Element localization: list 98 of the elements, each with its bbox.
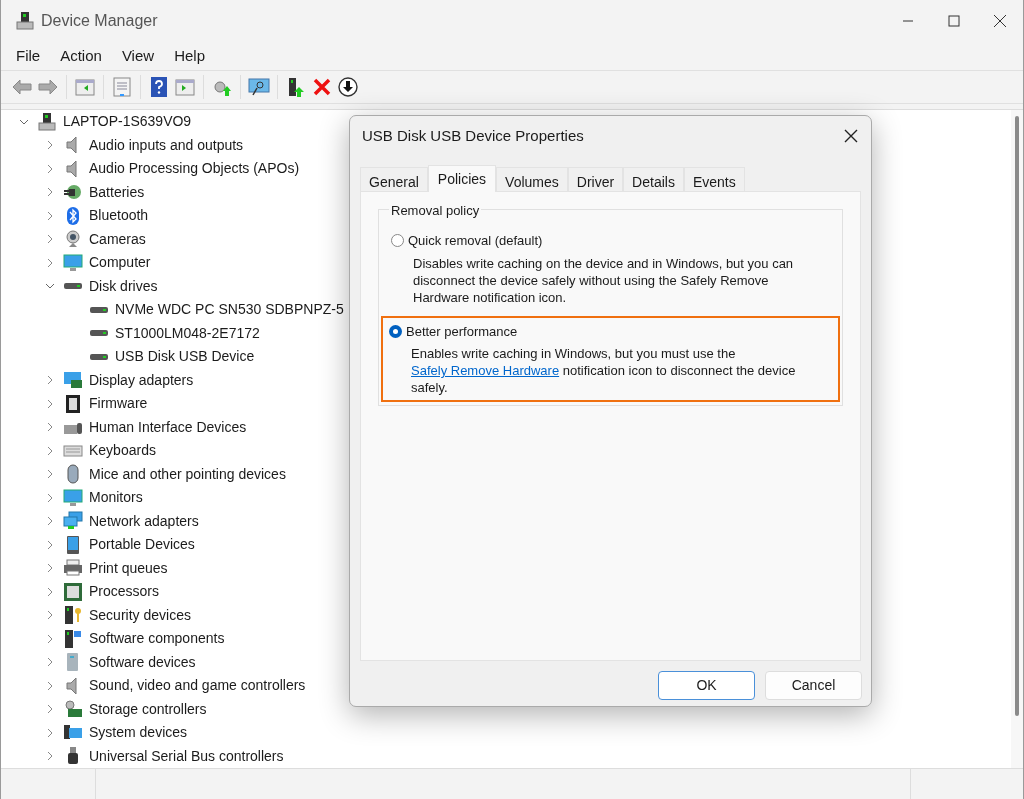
disk-drive-icon (89, 329, 109, 338)
chevron-right-icon[interactable] (45, 445, 55, 456)
radio-label[interactable]: Better performance (406, 321, 518, 341)
tree-item[interactable]: NVMe WDC PC SN530 SDBPNPZ-5 (115, 299, 344, 321)
tab[interactable]: Events (683, 167, 745, 191)
scrollbar-thumb[interactable] (1015, 116, 1019, 716)
tree-item[interactable]: Keyboards (89, 440, 156, 462)
tree-item[interactable]: Bluetooth (89, 205, 149, 227)
tree-item[interactable]: Network adapters (89, 510, 199, 532)
scrollbar[interactable] (1011, 110, 1023, 768)
tree-item[interactable]: Print queues (89, 557, 168, 579)
radio-button[interactable] (391, 234, 404, 248)
chevron-right-icon[interactable] (45, 210, 55, 221)
display-adapter-icon (63, 370, 83, 391)
computer-icon (37, 111, 57, 132)
tree-item[interactable]: Sound, video and game controllers (89, 675, 306, 697)
window-panel-icon[interactable] (74, 76, 96, 98)
tree-item[interactable]: Display adapters (89, 369, 194, 391)
chevron-right-icon[interactable] (45, 257, 55, 268)
tree-item[interactable]: Security devices (89, 604, 191, 626)
printer-icon (63, 558, 83, 579)
processor-icon (63, 581, 83, 602)
chevron-right-icon[interactable] (45, 563, 55, 574)
tree-item[interactable]: Batteries (89, 181, 145, 203)
tree-item[interactable]: USB Disk USB Device (115, 346, 255, 368)
tab[interactable]: Driver (567, 167, 624, 191)
option-description: Enables write caching in Windows, but you must use the Safely Remove Hardware notification icon to disconnect the device safely. (411, 345, 797, 396)
monitor-search-icon[interactable] (248, 76, 270, 98)
chevron-right-icon[interactable] (45, 610, 55, 621)
tree-item[interactable]: ST1000LM048-2E7172 (115, 322, 260, 344)
properties-icon[interactable] (111, 76, 133, 98)
tree-item[interactable]: Audio Processing Objects (APOs) (89, 158, 300, 180)
disk-drive-icon (63, 282, 83, 291)
chevron-right-icon[interactable] (45, 234, 55, 245)
chip-icon (63, 393, 83, 414)
menu-item[interactable]: Action (51, 44, 111, 68)
tab[interactable]: Policies (427, 165, 497, 192)
chevron-right-icon[interactable] (45, 727, 55, 738)
monitor-icon (63, 487, 83, 508)
tree-item[interactable]: Software devices (89, 651, 196, 673)
close-button[interactable] (843, 128, 859, 144)
chevron-right-icon[interactable] (45, 398, 55, 409)
radio-button[interactable] (389, 324, 402, 338)
chevron-right-icon[interactable] (45, 680, 55, 691)
tree-item[interactable]: Mice and other pointing devices (89, 463, 286, 485)
tree-item[interactable]: Monitors (89, 487, 143, 509)
chevron-right-icon[interactable] (45, 633, 55, 644)
chevron-right-icon[interactable] (45, 704, 55, 715)
tree-item[interactable]: Human Interface Devices (89, 416, 247, 438)
chevron-right-icon[interactable] (45, 751, 55, 762)
tree-item[interactable]: Firmware (89, 393, 148, 415)
tree-item[interactable]: Software components (89, 628, 225, 650)
link[interactable]: Safely Remove Hardware (411, 363, 560, 378)
disk-drive-icon (89, 305, 109, 314)
tree-item[interactable]: System devices (89, 722, 188, 744)
webcam-icon (63, 229, 83, 250)
chevron-right-icon[interactable] (45, 586, 55, 597)
tree-item[interactable]: Audio inputs and outputs (89, 134, 244, 156)
tab[interactable]: General (360, 167, 428, 191)
dialog-title: USB Disk USB Device Properties (362, 125, 584, 146)
chevron-right-icon[interactable] (45, 187, 55, 198)
app-icon (15, 11, 35, 31)
menu-item[interactable]: View (112, 44, 164, 68)
network-icon (63, 511, 83, 532)
tab[interactable]: Details (623, 167, 684, 191)
tree-item[interactable]: Storage controllers (89, 698, 207, 720)
ok-button[interactable]: OK (658, 671, 755, 700)
chevron-right-icon[interactable] (45, 140, 55, 151)
tree-item[interactable]: Cameras (89, 228, 146, 250)
monitor-icon (63, 252, 83, 273)
menu-item[interactable]: File (7, 44, 50, 68)
key-device-icon (63, 605, 83, 626)
delete-icon[interactable] (311, 76, 333, 98)
chevron-right-icon[interactable] (45, 657, 55, 668)
download-icon[interactable] (337, 76, 359, 98)
tree-item[interactable]: Disk drives (89, 275, 158, 297)
device-puzzle-icon (63, 628, 83, 649)
help-icon[interactable] (148, 76, 170, 98)
tree-item[interactable]: Processors (89, 581, 160, 603)
chevron-right-icon[interactable] (45, 516, 55, 527)
cancel-button[interactable]: Cancel (765, 671, 862, 700)
disk-drive-icon (89, 352, 109, 361)
tree-item[interactable]: Computer (89, 252, 151, 274)
chevron-right-icon[interactable] (45, 422, 55, 433)
storage-controller-icon (63, 699, 83, 720)
tree-item[interactable]: Portable Devices (89, 534, 195, 556)
option-description: Disables write caching on the device and in Windows, but you can disconnect the device safely without using the Safely Remove Hardware notification icon. (413, 254, 795, 306)
tree-item[interactable]: Universal Serial Bus controllers (89, 745, 284, 767)
chevron-right-icon[interactable] (45, 469, 55, 480)
chevron-right-icon[interactable] (45, 163, 55, 174)
radio-label[interactable]: Quick removal (default) (408, 231, 543, 251)
tree-item[interactable]: LAPTOP-1S639VO9 (63, 111, 192, 133)
menu-item[interactable]: Help (165, 44, 214, 68)
chevron-right-icon[interactable] (45, 539, 55, 550)
chevron-right-icon[interactable] (45, 492, 55, 503)
window-title: Device Manager (41, 11, 158, 31)
chevron-right-icon[interactable] (45, 375, 55, 386)
tab[interactable]: Volumes (496, 167, 568, 191)
